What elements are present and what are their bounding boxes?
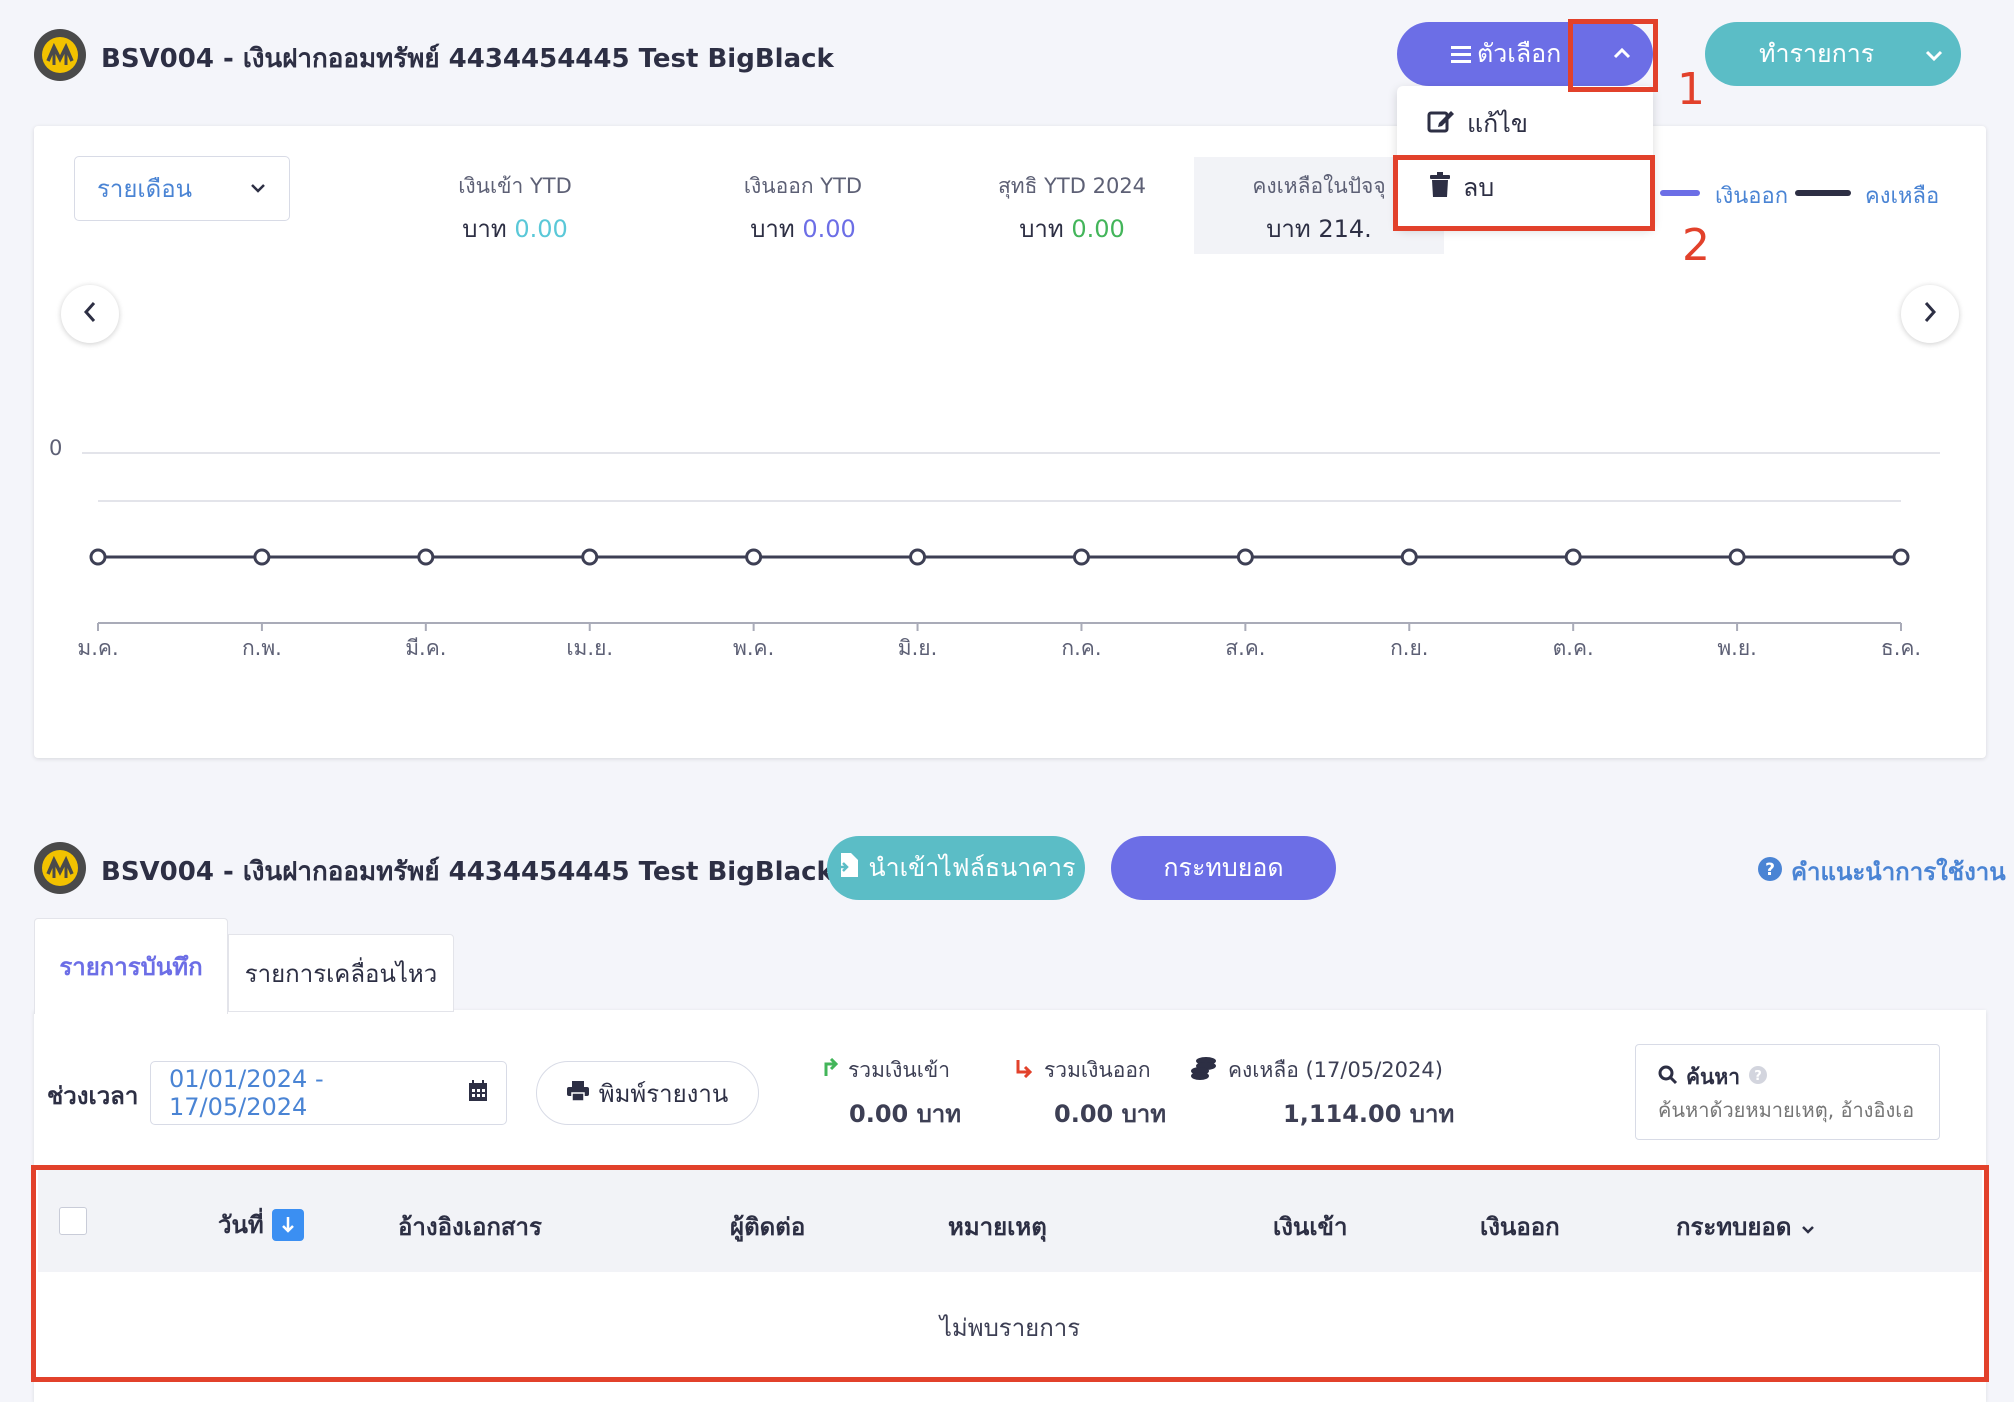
- balance-label-row: คงเหลือ (17/05/2024): [1190, 1054, 1443, 1087]
- svg-text:?: ?: [1765, 860, 1775, 880]
- question-circle-icon: ?: [1748, 1065, 1768, 1090]
- tab-movements[interactable]: รายการเคลื่อนไหว: [228, 934, 454, 1012]
- bank-logo: [34, 842, 86, 894]
- x-tick-label: มี.ค.: [405, 636, 447, 660]
- data-point: [89, 548, 107, 566]
- print-report-label: พิมพ์รายงาน: [598, 1079, 729, 1108]
- edit-icon: [1427, 108, 1455, 140]
- x-tick-label: ก.ย.: [1390, 636, 1429, 660]
- help-link-label: คำแนะนำการใช้งาน: [1791, 858, 2006, 886]
- highlight-delete: [1393, 155, 1655, 231]
- data-point: [1236, 548, 1254, 566]
- tab-recorded-entries[interactable]: รายการบันทึก: [34, 918, 228, 1014]
- data-point: [1892, 548, 1910, 566]
- total-income-label: รวมเงินเข้า: [848, 1058, 951, 1082]
- import-bank-file-label: นำเข้าไฟล์ธนาคาร: [868, 853, 1076, 882]
- total-income-label-row: รวมเงินเข้า: [818, 1054, 950, 1087]
- reconcile-button-label: กระทบยอด: [1163, 853, 1284, 882]
- x-tick-label: เม.ย.: [566, 636, 614, 660]
- x-tick-label: ก.ค.: [1061, 636, 1102, 660]
- balance-value: 1,114.00 บาท: [1283, 1100, 1455, 1128]
- question-circle-icon: ?: [1757, 856, 1783, 888]
- data-point: [1400, 548, 1418, 566]
- data-point: [417, 548, 435, 566]
- coins-icon: [1190, 1056, 1218, 1085]
- reconcile-button[interactable]: กระทบยอด: [1111, 836, 1336, 900]
- annotation-step-1: 1: [1677, 64, 1705, 115]
- x-tick-label: ต.ค.: [1552, 636, 1594, 660]
- total-expense-label: รวมเงินออก: [1044, 1058, 1151, 1082]
- calendar-icon: [468, 1080, 488, 1106]
- search-icon: [1658, 1065, 1678, 1090]
- total-expense-label-row: รวมเงินออก: [1014, 1054, 1151, 1087]
- data-point: [1072, 548, 1090, 566]
- x-tick-label: ม.ค.: [77, 636, 119, 660]
- svg-text:?: ?: [1754, 1069, 1762, 1084]
- arrow-out-icon: [1014, 1058, 1034, 1083]
- x-tick-label: พ.ค.: [733, 636, 775, 660]
- data-point: [909, 548, 927, 566]
- x-tick-label: พ.ย.: [1717, 636, 1757, 660]
- help-link[interactable]: ? คำแนะนำการใช้งาน: [1757, 852, 2006, 891]
- search-label: ค้นหา: [1686, 1065, 1741, 1089]
- data-point: [1728, 548, 1746, 566]
- ledger-account-title: BSV004 - เงินฝากออมทรัพย์ 4434454445 Tes…: [101, 857, 834, 887]
- x-tick-label: ธ.ค.: [1880, 636, 1922, 660]
- x-tick-label: ส.ค.: [1225, 636, 1266, 660]
- search-label-row: ค้นหา ?: [1658, 1061, 1768, 1094]
- highlight-table: [31, 1165, 1989, 1382]
- printer-icon: [566, 1079, 589, 1107]
- annotation-step-2: 2: [1682, 220, 1710, 271]
- menu-item-edit[interactable]: แก้ไข: [1397, 86, 1653, 152]
- date-range-value: 01/01/2024 - 17/05/2024: [169, 1065, 324, 1121]
- balance-label: คงเหลือ (17/05/2024): [1228, 1058, 1443, 1082]
- data-point: [253, 548, 271, 566]
- date-range-input[interactable]: 01/01/2024 - 17/05/2024: [150, 1061, 507, 1125]
- data-point: [745, 548, 763, 566]
- data-point: [581, 548, 599, 566]
- total-expense-value: 0.00 บาท: [1054, 1100, 1167, 1128]
- import-bank-file-button[interactable]: นำเข้าไฟล์ธนาคาร: [827, 836, 1085, 900]
- x-tick-label: มิ.ย.: [897, 636, 938, 660]
- search-box[interactable]: ค้นหา ?: [1635, 1044, 1940, 1140]
- period-label: ช่วงเวลา: [47, 1082, 139, 1110]
- total-income-value: 0.00 บาท: [849, 1100, 962, 1128]
- file-import-icon: [836, 852, 859, 884]
- x-tick-label: ก.พ.: [241, 636, 282, 660]
- data-point: [1564, 548, 1582, 566]
- highlight-toggle: [1568, 19, 1658, 92]
- search-input[interactable]: [1656, 1097, 1930, 1123]
- arrow-in-icon: [818, 1057, 839, 1083]
- print-report-button[interactable]: พิมพ์รายงาน: [536, 1061, 759, 1125]
- menu-item-edit-label: แก้ไข: [1467, 109, 1528, 138]
